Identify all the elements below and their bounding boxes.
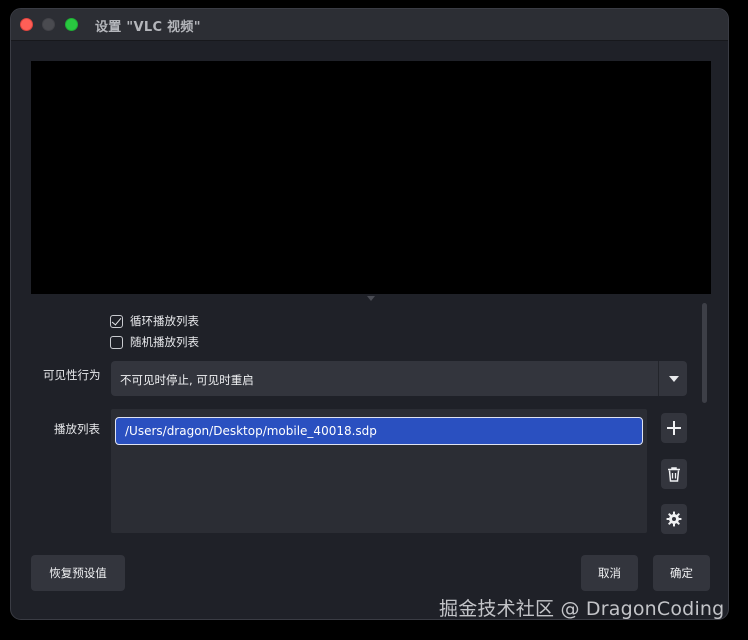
chevron-down-icon[interactable] (669, 376, 679, 382)
loop-playlist-label[interactable]: 循环播放列表 (130, 313, 199, 329)
loop-playlist-option[interactable]: 循环播放列表 (110, 313, 199, 329)
watermark-text: 掘金技术社区 @ DragonCoding (439, 598, 725, 620)
properties-scrollbar[interactable] (702, 303, 707, 403)
shuffle-playlist-checkbox[interactable] (110, 335, 123, 349)
visibility-behavior-select[interactable]: 不可见时停止, 可见时重启 (111, 361, 687, 396)
ok-button[interactable]: 确定 (653, 555, 710, 591)
playlist-label: 播放列表 (54, 422, 100, 436)
trash-icon (668, 467, 680, 482)
playlist-list[interactable]: /Users/dragon/Desktop/mobile_40018.sdp (111, 409, 647, 533)
select-divider (658, 361, 659, 396)
playlist-item-settings-button[interactable] (661, 504, 687, 534)
settings-window: 设置 "VLC 视频" 循环播放列表 随机播放列表 可见性行为 不可见时停止, … (10, 8, 729, 620)
maximize-window-button[interactable] (65, 18, 78, 31)
title-bar[interactable]: 设置 "VLC 视频" (11, 9, 728, 41)
gear-icon (666, 511, 682, 527)
close-window-button[interactable] (20, 18, 33, 31)
window-title: 设置 "VLC 视频" (95, 20, 201, 35)
restore-defaults-button[interactable]: 恢复预设值 (31, 555, 125, 591)
visibility-behavior-label: 可见性行为 (43, 368, 101, 382)
visibility-behavior-value: 不可见时停止, 可见时重启 (120, 373, 254, 387)
source-preview (31, 61, 711, 294)
add-playlist-item-button[interactable] (661, 413, 687, 443)
shuffle-playlist-option[interactable]: 随机播放列表 (110, 334, 199, 350)
splitter-handle-icon[interactable] (367, 296, 375, 301)
loop-playlist-checkbox[interactable] (110, 314, 123, 328)
minimize-window-button[interactable] (42, 18, 55, 31)
remove-playlist-item-button[interactable] (661, 459, 687, 489)
shuffle-playlist-label[interactable]: 随机播放列表 (130, 334, 199, 350)
list-item[interactable]: /Users/dragon/Desktop/mobile_40018.sdp (115, 417, 643, 445)
cancel-button[interactable]: 取消 (581, 555, 638, 591)
plus-icon (667, 421, 681, 435)
